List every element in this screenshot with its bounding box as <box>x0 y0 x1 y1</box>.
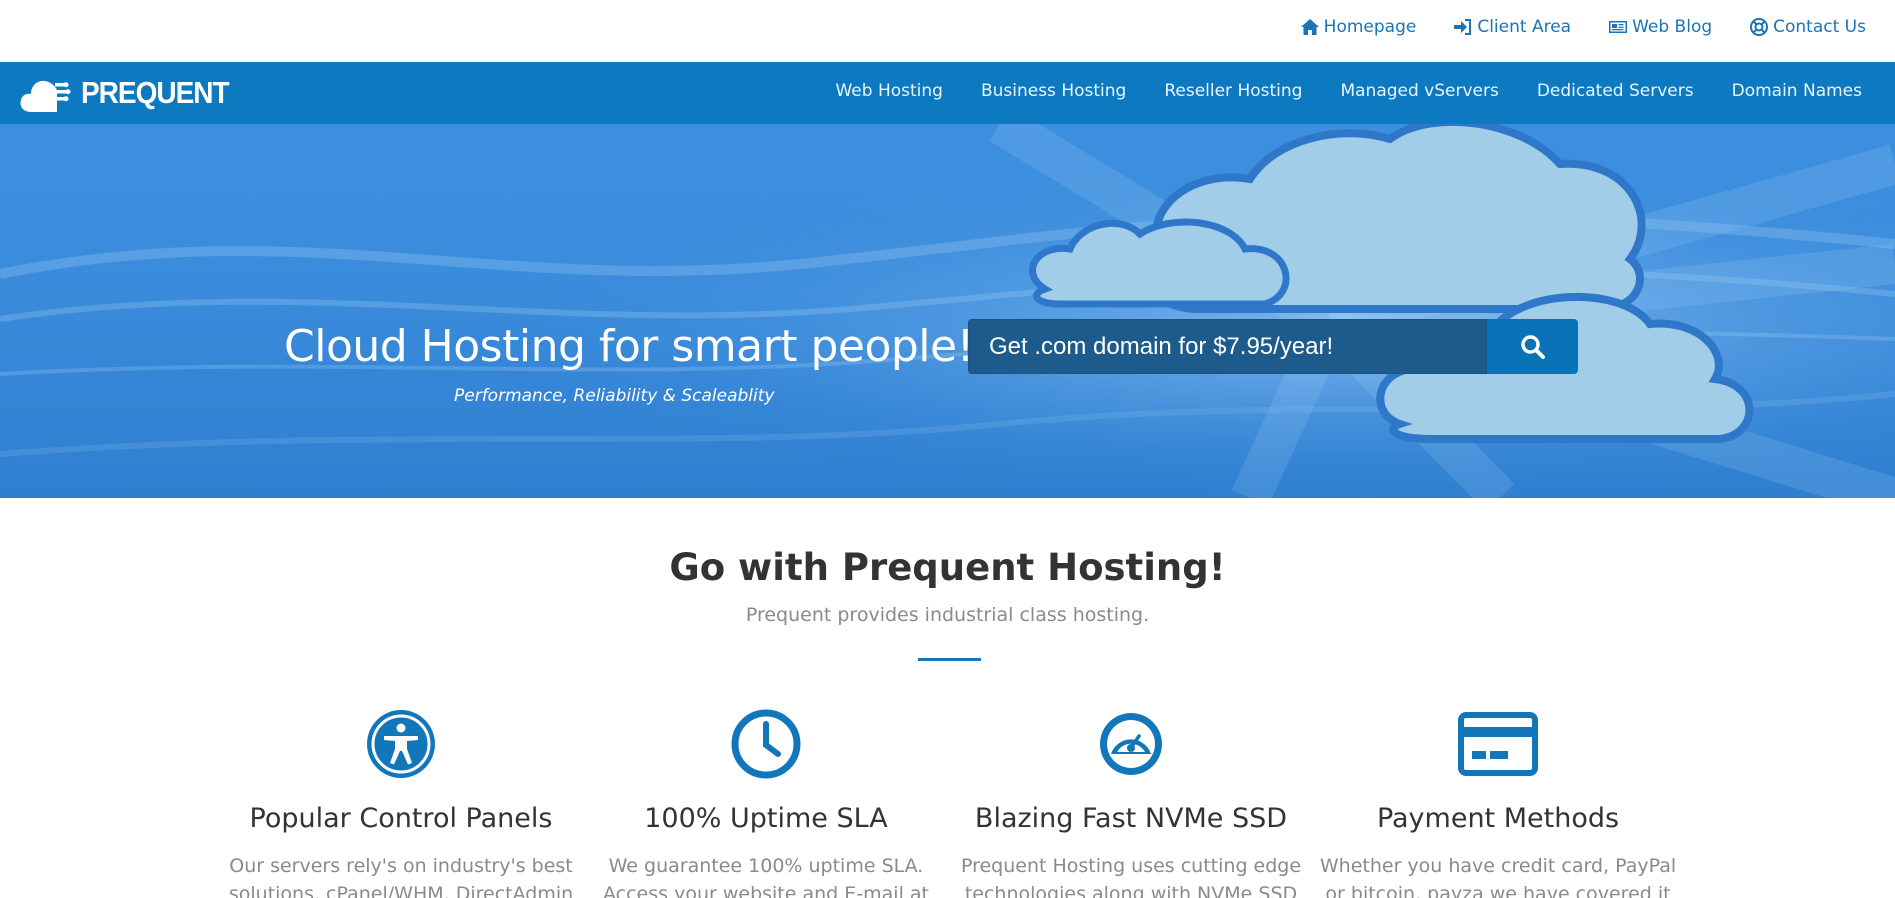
client-area-link-label: Client Area <box>1477 17 1572 37</box>
feature-uptime-sla: 100% Uptime SLA We guarantee 100% uptime… <box>586 708 946 898</box>
nav-managed-vservers[interactable]: Managed vServers <box>1340 81 1498 101</box>
nav-web-hosting[interactable]: Web Hosting <box>835 81 942 101</box>
brand-name: PREQUENT <box>81 75 230 110</box>
web-blog-link[interactable]: Web Blog <box>1608 17 1712 37</box>
feature-nvme-ssd: Blazing Fast NVMe SSD Prequent Hosting u… <box>951 708 1311 898</box>
clock-icon <box>731 709 801 779</box>
web-blog-link-label: Web Blog <box>1632 17 1713 37</box>
hero-title: Cloud Hosting for smart people! <box>284 321 974 372</box>
feature-payment-methods: Payment Methods Whether you have credit … <box>1318 708 1678 898</box>
primary-nav: Web Hosting Business Hosting Reseller Ho… <box>835 81 1862 101</box>
feature-text: Whether you have credit card, PayPal or … <box>1319 855 1677 898</box>
top-bar: Homepage Client Area Web Blog Contact Us <box>0 0 1895 62</box>
feature-text: Our servers rely's on industry's best so… <box>228 855 574 898</box>
feature-control-panels: Popular Control Panels Our servers rely'… <box>221 708 581 898</box>
top-links: Homepage Client Area Web Blog Contact Us <box>1300 17 1866 37</box>
feature-title: 100% Uptime SLA <box>644 803 888 834</box>
feature-title: Payment Methods <box>1376 803 1620 834</box>
feature-title: Blazing Fast NVMe SSD <box>974 803 1288 834</box>
nav-reseller-hosting[interactable]: Reseller Hosting <box>1164 81 1302 101</box>
contact-us-link[interactable]: Contact Us <box>1749 17 1866 37</box>
domain-search-input[interactable] <box>968 319 1487 374</box>
section-title: Go with Prequent Hosting! <box>669 546 1226 589</box>
domain-search <box>968 319 1578 374</box>
life-ring-icon <box>1750 18 1769 36</box>
main-navbar: PREQUENT Web Hosting Business Hosting Re… <box>0 62 1895 124</box>
section-subtitle: Prequent provides industrial class hosti… <box>745 604 1150 626</box>
features-section: Go with Prequent Hosting! Prequent provi… <box>0 498 1895 898</box>
cloud-logo-icon <box>20 80 71 112</box>
section-divider <box>918 658 981 661</box>
speedometer-icon <box>1100 713 1162 775</box>
homepage-link[interactable]: Homepage <box>1300 17 1417 37</box>
hero-banner: Cloud Hosting for smart people! Performa… <box>0 124 1895 498</box>
feature-text: We guarantee 100% uptime SLA. Access you… <box>603 855 929 898</box>
domain-search-button[interactable] <box>1487 319 1578 374</box>
homepage-link-label: Homepage <box>1323 17 1417 37</box>
feature-title: Popular Control Panels <box>249 803 553 834</box>
newspaper-icon <box>1609 21 1628 33</box>
search-icon <box>1520 334 1545 359</box>
credit-card-icon <box>1458 712 1538 776</box>
feature-text: Prequent Hosting uses cutting edge techn… <box>960 855 1302 898</box>
client-area-link[interactable]: Client Area <box>1453 17 1571 37</box>
sign-in-icon <box>1454 19 1472 35</box>
nav-dedicated-servers[interactable]: Dedicated Servers <box>1537 81 1694 101</box>
hero-subtitle: Performance, Reliability & Scaleablity <box>454 386 775 406</box>
nav-domain-names[interactable]: Domain Names <box>1732 81 1862 101</box>
nav-business-hosting[interactable]: Business Hosting <box>981 81 1126 101</box>
hero-background-art <box>0 124 1895 498</box>
contact-us-link-label: Contact Us <box>1773 17 1866 37</box>
home-icon <box>1300 19 1319 35</box>
accessibility-icon <box>367 710 435 778</box>
brand-logo[interactable]: PREQUENT <box>19 72 230 114</box>
